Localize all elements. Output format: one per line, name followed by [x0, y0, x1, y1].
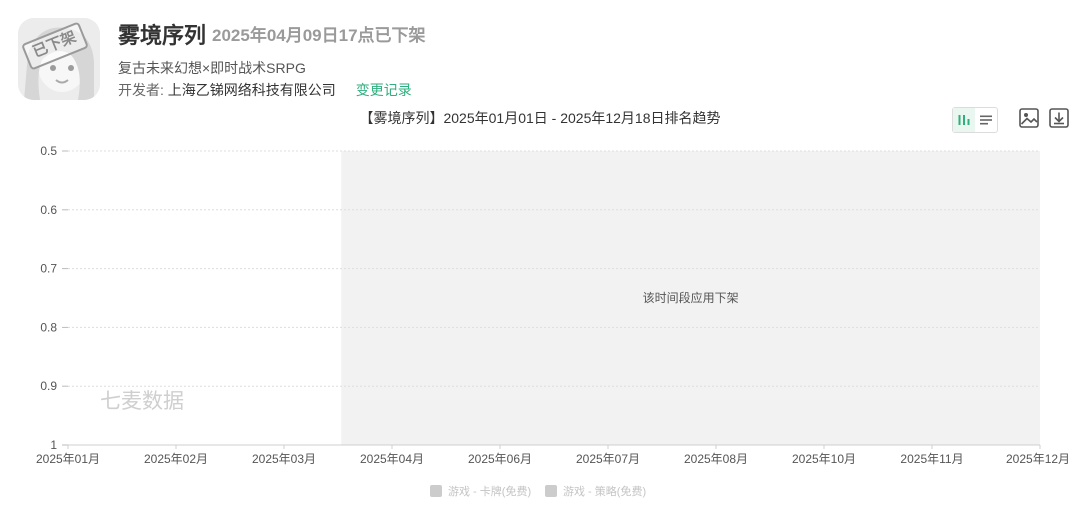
bar-view-button[interactable]: [953, 108, 975, 132]
x-tick-label: 2025年02月: [144, 452, 208, 466]
x-tick-label: 2025年03月: [252, 452, 316, 466]
y-tick-label: 0.8: [40, 320, 57, 334]
x-tick-label: 2025年12月: [1006, 452, 1070, 466]
y-tick-label: 1: [50, 438, 57, 452]
download-icon: [1049, 108, 1069, 128]
developer-label: 开发者:: [118, 82, 168, 98]
list-lines-icon: [980, 115, 992, 125]
app-icon: 已下架: [18, 18, 100, 100]
change-log-link[interactable]: 变更记录: [356, 82, 412, 98]
y-tick-label: 0.5: [40, 144, 57, 158]
y-tick-label: 0.7: [40, 262, 57, 276]
rank-trend-chart: 0.5 0.6 0.7 0.8 0.9 12025年01月 2025年02月 2025年03月…: [36, 144, 1070, 498]
x-tick-label: 2025年01月: [36, 452, 100, 466]
developer-name[interactable]: 上海乙锑网络科技有限公司: [168, 82, 336, 98]
delisted-status: 2025年04月09日17点已下架: [212, 26, 426, 45]
app-title: 雾境序列: [118, 23, 207, 48]
x-tick-label: 2025年06月: [468, 452, 532, 466]
legend-swatch[interactable]: [545, 485, 557, 497]
x-tick-label: 2025年10月: [792, 452, 856, 466]
export-image-button[interactable]: [1018, 107, 1040, 129]
chart-view-toggle: [952, 107, 998, 133]
x-tick-label: 2025年07月: [576, 452, 640, 466]
legend-label[interactable]: 游戏 - 策略(免费): [563, 484, 646, 498]
developer-row: 开发者: 上海乙锑网络科技有限公司 变更记录: [118, 80, 412, 100]
legend-label[interactable]: 游戏 - 卡牌(免费): [448, 484, 531, 498]
list-view-button[interactable]: [975, 108, 997, 132]
x-tick-label: 2025年11月: [900, 452, 963, 466]
image-export-icon: [1019, 108, 1039, 128]
y-tick-label: 0.6: [40, 203, 57, 217]
delisted-label: 该时间段应用下架: [643, 290, 739, 305]
legend-swatch[interactable]: [430, 485, 442, 497]
x-tick-label: 2025年04月: [360, 452, 424, 466]
x-tick-label: 2025年08月: [684, 452, 748, 466]
bar-list-toggle-icon: [958, 115, 970, 125]
watermark: 七麦数据: [100, 390, 184, 413]
y-tick-label: 0.9: [40, 379, 57, 393]
chart-title: 【雾境序列】2025年01月01日 - 2025年12月18日排名趋势: [359, 110, 721, 126]
app-subtitle: 复古未来幻想×即时战术SRPG: [118, 60, 306, 76]
download-button[interactable]: [1048, 107, 1070, 129]
